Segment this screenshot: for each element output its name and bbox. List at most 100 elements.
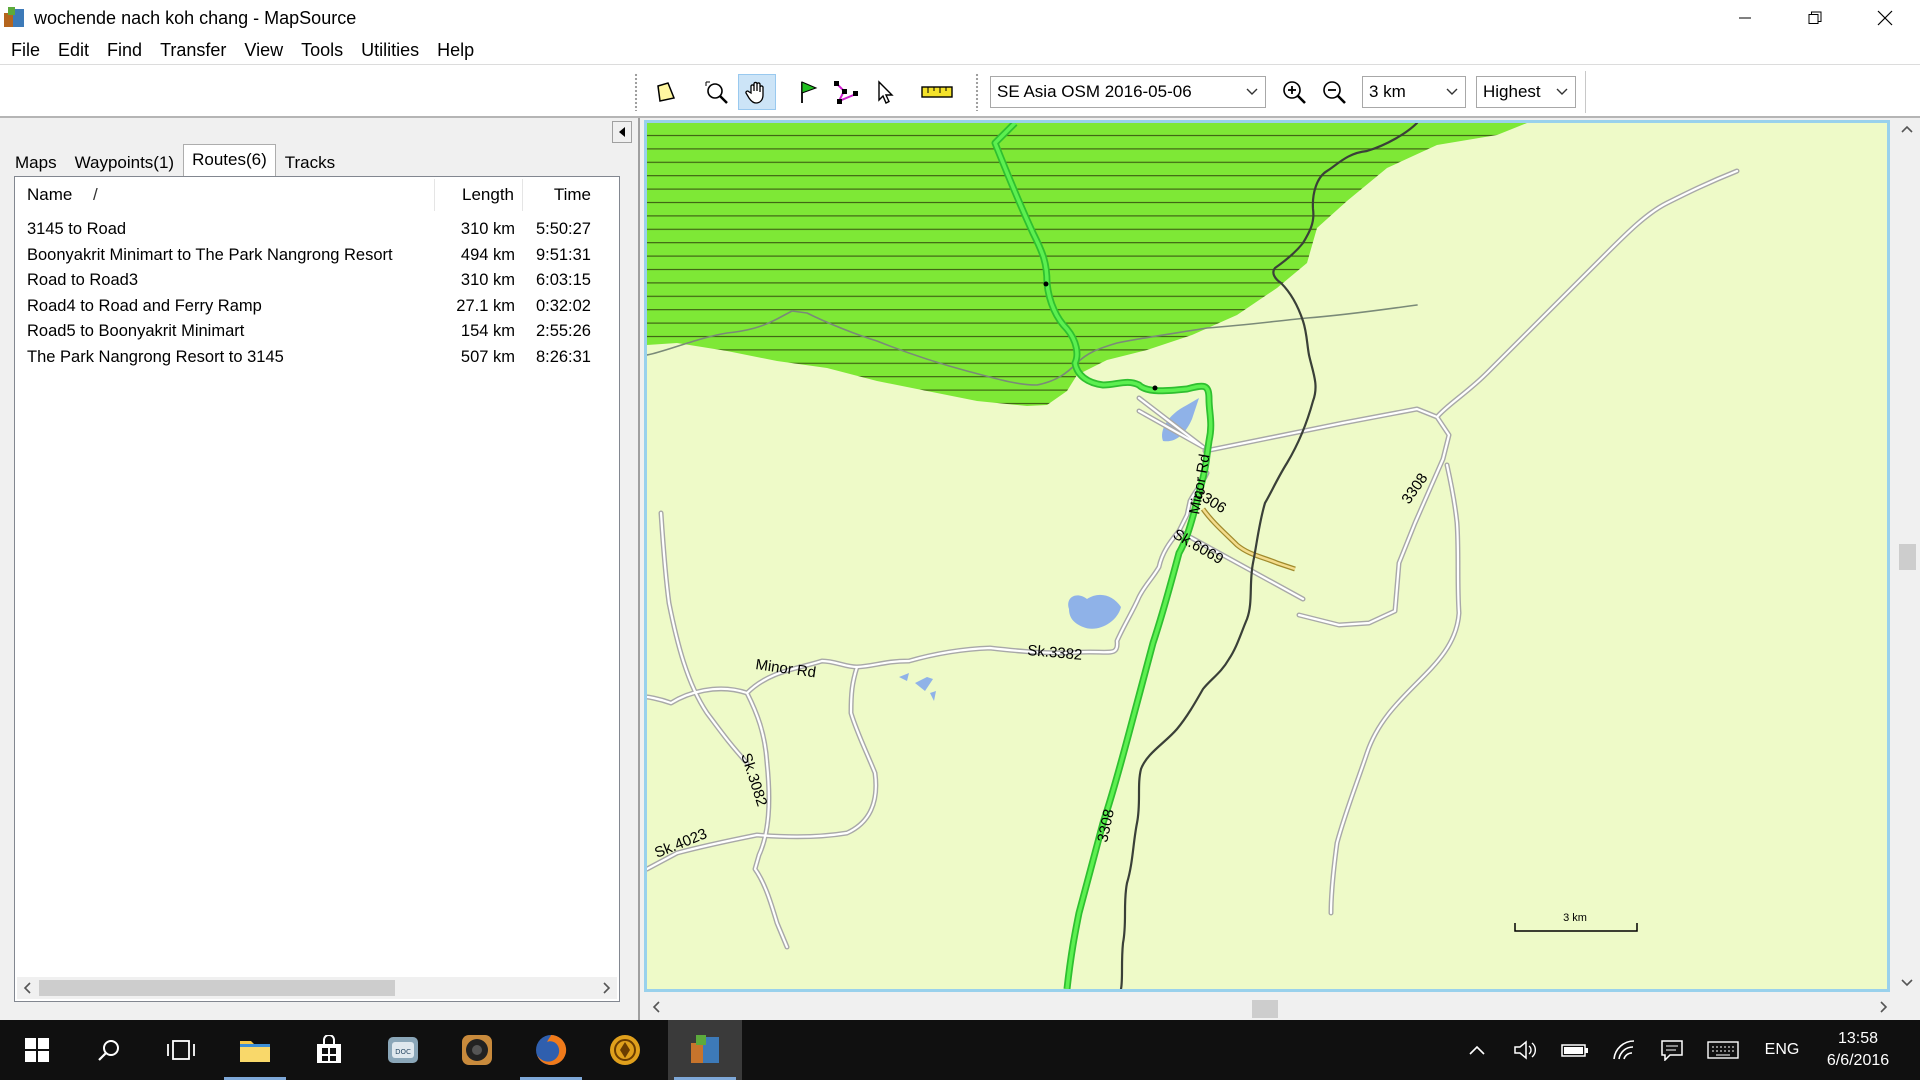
zoom-scale-select[interactable]: 3 km xyxy=(1362,76,1466,108)
tab-routes[interactable]: Routes(6) xyxy=(183,144,276,176)
tab-waypoints[interactable]: Waypoints(1) xyxy=(66,148,184,176)
table-row[interactable]: The Park Nangrong Resort to 3145 507 km … xyxy=(17,345,617,371)
windows-icon xyxy=(25,1038,49,1062)
route-name: 3145 to Road xyxy=(27,220,127,238)
table-row[interactable]: 3145 to Road 310 km 5:50:27 xyxy=(17,217,617,243)
tab-tracks[interactable]: Tracks xyxy=(276,148,344,176)
route-length: 154 km xyxy=(460,322,515,341)
volume-button[interactable] xyxy=(1508,1020,1544,1080)
map-view[interactable]: 3306 Sk.6069 Minor Rd 3308 3308 Sk.3382 … xyxy=(644,120,1890,992)
map-vertical-scrollbar[interactable] xyxy=(1894,118,1920,996)
minimize-icon xyxy=(1739,17,1751,19)
menu-file[interactable]: File xyxy=(2,36,49,64)
route-tool-button[interactable] xyxy=(827,74,865,110)
gps-app-button[interactable] xyxy=(588,1020,662,1080)
scroll-right-button[interactable] xyxy=(597,977,617,999)
table-row[interactable]: Road4 to Road and Ferry Ramp 27.1 km 0:3… xyxy=(17,294,617,320)
menu-help[interactable]: Help xyxy=(428,36,483,64)
route-point[interactable] xyxy=(1152,385,1158,391)
mapsource-icon xyxy=(691,1035,719,1063)
zoom-tool-button[interactable] xyxy=(697,74,735,110)
route-length: 310 km xyxy=(460,220,515,238)
network-button[interactable] xyxy=(1606,1020,1642,1080)
chevron-down-icon xyxy=(1553,82,1571,102)
menu-view[interactable]: View xyxy=(235,36,292,64)
scroll-up-button[interactable] xyxy=(1897,118,1917,140)
route-time: 5:50:27 xyxy=(535,220,591,238)
table-row[interactable]: Road5 to Boonyakrit Minimart 154 km 2:55… xyxy=(17,319,617,345)
search-button[interactable] xyxy=(72,1020,146,1080)
scroll-left-button[interactable] xyxy=(646,996,666,1018)
measure-tool-button[interactable] xyxy=(916,74,958,110)
action-center-button[interactable] xyxy=(1654,1020,1690,1080)
map-tool-button[interactable] xyxy=(647,74,685,110)
folder-icon xyxy=(240,1041,270,1062)
waypoint-tool-button[interactable] xyxy=(789,74,827,110)
routes-list[interactable]: Name / Length Time 3145 to Road 310 km 5… xyxy=(14,176,620,1002)
doc-app-button[interactable]: DOC xyxy=(366,1020,440,1080)
menu-tools[interactable]: Tools xyxy=(292,36,352,64)
scroll-down-button[interactable] xyxy=(1897,972,1917,994)
window-controls xyxy=(1710,0,1920,36)
route-name: Road4 to Road and Ferry Ramp xyxy=(27,296,262,315)
scrollbar-thumb[interactable] xyxy=(39,980,395,996)
store-icon xyxy=(317,1035,341,1063)
taskbar-clock[interactable]: 13:58 6/6/2016 xyxy=(1808,1028,1908,1072)
scroll-left-button[interactable] xyxy=(17,977,37,999)
tab-maps[interactable]: Maps xyxy=(6,148,66,176)
table-row[interactable]: Road to Road3 310 km 6:03:15 xyxy=(17,268,617,294)
file-explorer-button[interactable] xyxy=(218,1020,292,1080)
selection-tool-button[interactable] xyxy=(866,74,904,110)
input-language-button[interactable]: ENG xyxy=(1752,1020,1812,1080)
column-header-length[interactable]: Length xyxy=(435,179,523,211)
menu-transfer[interactable]: Transfer xyxy=(151,36,235,64)
scale-bar-label: 3 km xyxy=(1563,912,1587,924)
toolbar: SE Asia OSM 2016-05-06 3 km Highest xyxy=(0,64,1920,118)
map-product-select[interactable]: SE Asia OSM 2016-05-06 xyxy=(990,76,1266,108)
battery-button[interactable] xyxy=(1556,1020,1594,1080)
collapse-panel-button[interactable] xyxy=(612,121,632,143)
detail-level-select[interactable]: Highest xyxy=(1476,76,1576,108)
menu-find[interactable]: Find xyxy=(98,36,151,64)
zoom-in-button[interactable] xyxy=(1275,74,1313,110)
firefox-button[interactable] xyxy=(514,1020,588,1080)
toolbar-grip[interactable] xyxy=(634,73,638,111)
route-time: 9:51:31 xyxy=(535,245,591,264)
magnifier-icon xyxy=(705,81,728,104)
column-header-name[interactable]: Name / xyxy=(17,179,435,211)
notification-icon xyxy=(1661,1040,1683,1061)
scrollbar-thumb[interactable] xyxy=(1252,1000,1278,1018)
menu-edit[interactable]: Edit xyxy=(49,36,98,64)
menu-utilities[interactable]: Utilities xyxy=(352,36,428,64)
data-panel: Maps Waypoints(1) Routes(6) Tracks Name … xyxy=(0,118,640,1020)
map-canvas[interactable]: 3306 Sk.6069 Minor Rd 3308 3308 Sk.3382 … xyxy=(647,123,1887,989)
route-point[interactable] xyxy=(1043,281,1049,287)
route-name: The Park Nangrong Resort to 3145 xyxy=(27,347,284,366)
mapsource-taskbar-button[interactable] xyxy=(668,1020,742,1080)
close-button[interactable] xyxy=(1850,0,1920,36)
hand-tool-button[interactable] xyxy=(738,74,776,110)
route-rows: 3145 to Road 310 km 5:50:27 Boonyakrit M… xyxy=(17,217,617,371)
media-app-button[interactable] xyxy=(440,1020,514,1080)
toolbar-grip[interactable] xyxy=(975,73,979,111)
map-horizontal-scrollbar[interactable] xyxy=(644,996,1894,1020)
route-name: Road5 to Boonyakrit Minimart xyxy=(27,322,245,341)
start-button[interactable] xyxy=(0,1020,74,1080)
minimize-button[interactable] xyxy=(1710,0,1780,36)
scrollbar-thumb[interactable] xyxy=(1899,544,1916,570)
route-time: 2:55:26 xyxy=(535,322,591,341)
zoom-out-button[interactable] xyxy=(1315,74,1353,110)
show-hidden-icons-button[interactable] xyxy=(1462,1020,1492,1080)
task-view-button[interactable] xyxy=(144,1020,218,1080)
list-horizontal-scrollbar[interactable] xyxy=(17,977,617,999)
table-row[interactable]: Boonyakrit Minimart to The Park Nangrong… xyxy=(17,243,617,269)
store-button[interactable] xyxy=(292,1020,366,1080)
menu-bar: File Edit Find Transfer View Tools Utili… xyxy=(0,36,1920,64)
scroll-right-button[interactable] xyxy=(1874,996,1894,1018)
restore-button[interactable] xyxy=(1780,0,1850,36)
speaker-app-icon xyxy=(462,1035,492,1065)
touch-keyboard-button[interactable] xyxy=(1702,1020,1744,1080)
column-header-time[interactable]: Time xyxy=(523,179,599,211)
speaker-icon xyxy=(1514,1040,1536,1060)
chevron-left-icon xyxy=(652,1001,660,1013)
